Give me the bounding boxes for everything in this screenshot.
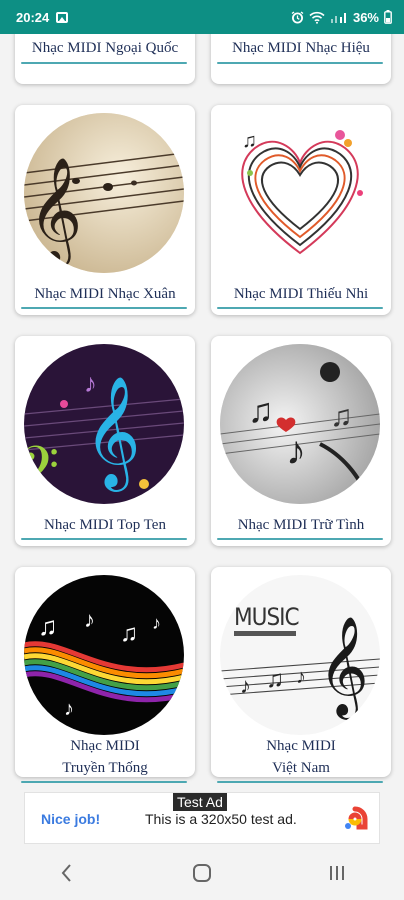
category-title: Nhạc MIDI Thiếu Nhi (233, 286, 369, 302)
svg-text:MUSIC: MUSIC (234, 603, 299, 631)
gallery-icon (56, 11, 69, 23)
category-title: Nhạc MIDI Nhạc Xuân (34, 286, 176, 302)
category-card-top-ten[interactable]: 𝄞 𝄢 ♪ Nhạc MIDI Top Ten (15, 336, 195, 546)
category-card-viet-nam[interactable]: MUSIC 𝄞 ♪ ♫ ♪ Nhạc MIDI Việt Nam (211, 567, 391, 783)
battery-icon (384, 10, 392, 24)
svg-text:♪: ♪ (152, 613, 161, 633)
title-underline (21, 307, 187, 309)
recents-button[interactable] (307, 853, 367, 893)
category-card-truyen-thong[interactable]: ♫ ♪ ♫ ♪ ♪ Nhạc MIDI Truyền Thống (15, 567, 195, 783)
category-title: Nhạc MIDI Nhạc Hiệu (232, 40, 370, 56)
title-underline (217, 538, 383, 540)
navigation-bar (0, 846, 404, 900)
category-title: Nhạc MIDI Top Ten (44, 517, 166, 533)
category-card-tru-tinh[interactable]: ♫ ♪ ♫ Nhạc MIDI Trữ Tình (211, 336, 391, 546)
title-underline (217, 307, 383, 309)
category-card-nhac-hieu[interactable]: Nhạc MIDI Nhạc Hiệu (211, 34, 391, 84)
music-background-thumbnail: MUSIC 𝄞 ♪ ♫ ♪ (220, 575, 380, 735)
svg-text:𝄞: 𝄞 (318, 616, 369, 720)
svg-text:♫: ♫ (120, 620, 138, 647)
svg-text:♫: ♫ (38, 611, 58, 641)
category-card-thieu-nhi[interactable]: ♫ Nhạc MIDI Thiếu Nhi (211, 105, 391, 315)
wifi-icon (309, 11, 325, 24)
musical-heart-thumbnail: ♫ (220, 113, 380, 273)
category-title-line2: Truyền Thống (62, 760, 148, 776)
title-underline (21, 62, 187, 64)
signal-icon (330, 13, 346, 23)
home-button[interactable] (172, 853, 232, 893)
status-time: 20:24 (16, 9, 50, 25)
rainbow-notes-thumbnail: ♫ ♪ ♫ ♪ ♪ (24, 575, 184, 735)
svg-text:♪: ♪ (286, 429, 306, 473)
status-bar: 20:24 36% (0, 0, 404, 34)
category-title-line1: Nhạc MIDI (70, 738, 140, 754)
svg-text:♫: ♫ (242, 130, 257, 152)
title-underline (21, 538, 187, 540)
ad-cta[interactable]: Nice job! (41, 811, 100, 827)
back-button[interactable] (37, 853, 97, 893)
svg-text:♪: ♪ (64, 698, 74, 720)
category-title-line1: Nhạc MIDI (266, 738, 336, 754)
svg-text:♫: ♫ (330, 400, 353, 433)
alarm-icon (291, 10, 304, 23)
title-underline (217, 62, 383, 64)
sheet-music-thumbnail: 𝄞 (24, 113, 184, 273)
category-title-line2: Việt Nam (272, 760, 330, 776)
svg-text:♪: ♪ (84, 607, 95, 632)
title-underline (21, 781, 187, 783)
svg-text:♫: ♫ (266, 666, 284, 693)
svg-text:♪: ♪ (240, 673, 251, 698)
category-card-nhac-xuan[interactable]: 𝄞 Nhạc MIDI Nhạc Xuân (15, 105, 195, 315)
category-card-ngoai-quoc[interactable]: Nhạc MIDI Ngoại Quốc (15, 34, 195, 84)
svg-text:♪: ♪ (296, 666, 306, 688)
ad-text: This is a 320x50 test ad. (145, 811, 297, 827)
ad-logo-icon (345, 806, 368, 830)
category-title: Nhạc MIDI Trữ Tình (237, 517, 365, 533)
svg-text:♪: ♪ (84, 368, 97, 398)
battery-percent: 36% (352, 9, 379, 25)
category-title: Nhạc MIDI Ngoại Quốc (31, 40, 179, 56)
back-icon (61, 864, 72, 882)
svg-text:𝄞: 𝄞 (28, 156, 82, 268)
ad-tag: Test Ad (173, 793, 227, 811)
colorful-treble-clef-thumbnail: 𝄞 𝄢 ♪ (24, 344, 184, 504)
svg-text:♫: ♫ (248, 392, 274, 430)
category-grid: Nhạc MIDI Ngoại Quốc Nhạc MIDI Nhạc Hiệu… (0, 34, 404, 788)
screen: 20:24 36% Nhạc MIDI Ngoại Quốc Nhạc MIDI… (0, 0, 404, 900)
title-underline (217, 781, 383, 783)
notes-heart-thumbnail: ♫ ♪ ♫ (220, 344, 380, 504)
home-icon (192, 864, 211, 882)
recents-icon (329, 866, 344, 880)
status-right: 36% (291, 10, 392, 25)
svg-text:𝄢: 𝄢 (24, 436, 59, 504)
